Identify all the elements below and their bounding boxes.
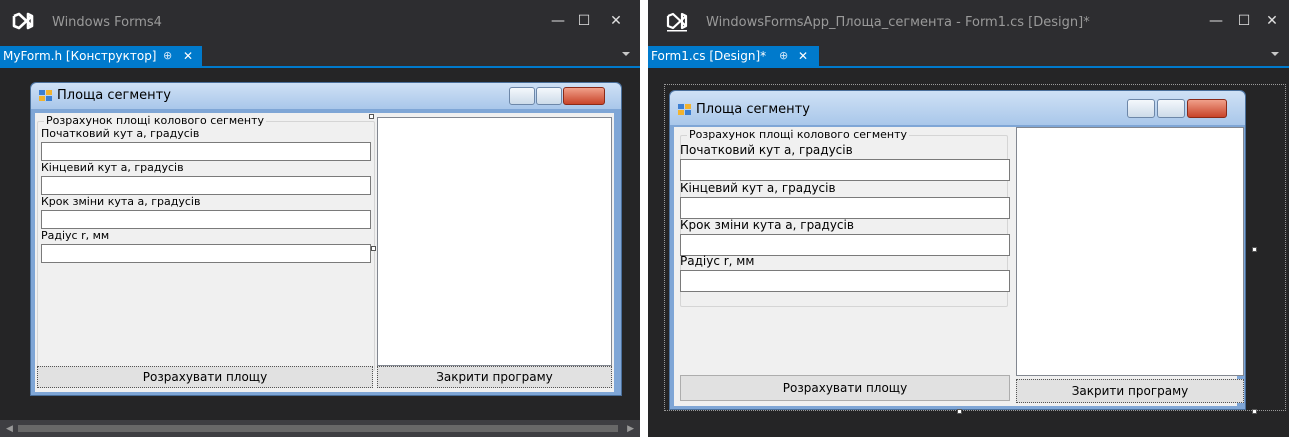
calculate-button-label: Розрахувати площу <box>782 381 908 395</box>
form-close-button[interactable] <box>1187 99 1227 118</box>
radius-input[interactable] <box>41 244 371 263</box>
pin-icon[interactable]: ⊕ <box>779 46 788 66</box>
tab-label: MyForm.h [Конструктор] <box>3 49 157 63</box>
maximize-icon: ☐ <box>1237 13 1251 29</box>
start-angle-label: Початковий кут а, градусів <box>41 127 200 140</box>
tab-close-icon[interactable]: ✕ <box>798 46 808 66</box>
group-box-label: Розрахунок площі колового сегменту <box>44 114 267 127</box>
resize-handle[interactable] <box>369 114 374 119</box>
calculate-area-button[interactable]: Розрахувати площу <box>37 366 373 388</box>
start-angle-input[interactable] <box>680 159 1010 181</box>
radius-input[interactable] <box>680 270 1010 292</box>
title-bar: WindowsFormsApp_Площа_сегмента - Form1.c… <box>648 0 1289 46</box>
calculate-button-label: Розрахувати площу <box>142 370 268 384</box>
right-ide-window: WindowsFormsApp_Площа_сегмента - Form1.c… <box>648 0 1289 437</box>
form-icon <box>39 90 52 101</box>
scroll-right-icon[interactable]: ▶ <box>627 424 634 434</box>
form-client-area: Розрахунок площі колового сегменту Почат… <box>674 127 1244 406</box>
form-window[interactable]: Площа сегменту Розрахунок площі колового… <box>669 90 1246 410</box>
close-button[interactable]: ✕ <box>1252 6 1289 36</box>
scroll-left-icon[interactable]: ◀ <box>6 424 13 434</box>
tab-form1-design[interactable]: Form1.cs [Design]* ⊕ ✕ <box>648 46 819 66</box>
end-angle-input[interactable] <box>41 176 371 195</box>
close-icon: ✕ <box>1266 13 1278 29</box>
scrollbar-thumb[interactable] <box>18 425 618 432</box>
step-angle-input[interactable] <box>41 210 371 229</box>
minimize-icon: — <box>551 13 565 29</box>
tab-myform-designer[interactable]: MyForm.h [Конструктор] ⊕ ✕ <box>0 46 202 66</box>
designer-canvas: Площа сегменту Розрахунок площі колового… <box>648 68 1289 437</box>
end-angle-input[interactable] <box>680 197 1010 219</box>
tab-close-icon[interactable]: ✕ <box>183 46 193 66</box>
step-angle-label: Крок зміни кута а, градусів <box>41 195 201 208</box>
document-tab-strip: Form1.cs [Design]* ⊕ ✕ <box>648 46 1289 68</box>
horizontal-scrollbar[interactable]: ◀ ▶ <box>0 420 640 437</box>
designer-canvas: Площа сегменту Розрахунок площі колового… <box>0 68 640 420</box>
form-maximize-button[interactable] <box>1157 99 1185 118</box>
dropdown-icon[interactable] <box>622 52 630 56</box>
document-tab-strip: MyForm.h [Конструктор] ⊕ ✕ <box>0 46 640 68</box>
step-angle-label: Крок зміни кута а, градусів <box>680 218 854 232</box>
close-program-label: Закрити програму <box>436 370 553 384</box>
resize-handle[interactable] <box>1252 247 1257 252</box>
resize-handle[interactable] <box>957 409 962 414</box>
form-title-bar: Площа сегменту <box>670 91 1245 125</box>
title-bar: Windows Forms4 — ☐ ✕ <box>0 0 640 46</box>
resize-handle[interactable] <box>1252 409 1257 414</box>
close-program-button[interactable]: Закрити програму <box>377 366 612 388</box>
left-ide-window: Windows Forms4 — ☐ ✕ MyForm.h [Конструкт… <box>0 0 640 437</box>
form-title: Площа сегменту <box>57 88 171 103</box>
step-angle-input[interactable] <box>680 234 1010 256</box>
form-window[interactable]: Площа сегменту Розрахунок площі колового… <box>30 82 622 396</box>
start-angle-label: Початковий кут а, градусів <box>680 143 853 157</box>
result-listbox[interactable] <box>1016 127 1244 376</box>
form-minimize-button[interactable] <box>509 87 535 105</box>
close-program-label: Закрити програму <box>1071 384 1189 398</box>
minimize-icon: — <box>1209 13 1223 29</box>
group-box-label: Розрахунок площі колового сегменту <box>687 128 910 141</box>
dropdown-icon[interactable] <box>1271 52 1279 56</box>
end-angle-label: Кінцевий кут а, градусів <box>680 181 836 195</box>
form-maximize-button[interactable] <box>536 87 562 105</box>
form-minimize-button[interactable] <box>1127 99 1155 118</box>
radius-label: Радіус r, мм <box>41 229 110 242</box>
calculate-area-button[interactable]: Розрахувати площу <box>680 375 1010 401</box>
close-button[interactable]: ✕ <box>596 6 636 36</box>
maximize-icon: ☐ <box>577 13 591 29</box>
vs-logo-icon <box>12 12 34 30</box>
form-title-bar: Площа сегменту <box>31 83 621 109</box>
app-title: Windows Forms4 <box>52 15 162 30</box>
app-title: WindowsFormsApp_Площа_сегмента - Form1.c… <box>706 15 1090 30</box>
start-angle-input[interactable] <box>41 142 371 161</box>
separator <box>640 0 648 437</box>
close-icon: ✕ <box>610 13 622 29</box>
close-program-button[interactable]: Закрити програму <box>1016 379 1244 403</box>
resize-handle[interactable] <box>371 246 376 251</box>
form-icon <box>678 104 691 115</box>
radius-label: Радіус r, мм <box>680 254 755 268</box>
form-title: Площа сегменту <box>696 102 810 117</box>
end-angle-label: Кінцевий кут а, градусів <box>41 161 184 174</box>
form-client-area: Розрахунок площі колового сегменту Почат… <box>35 113 614 392</box>
tab-label: Form1.cs [Design]* <box>651 49 767 63</box>
pin-icon[interactable]: ⊕ <box>163 46 172 66</box>
vs-logo-icon <box>666 12 688 32</box>
form-close-button[interactable] <box>563 87 605 105</box>
result-listbox[interactable] <box>377 117 612 366</box>
